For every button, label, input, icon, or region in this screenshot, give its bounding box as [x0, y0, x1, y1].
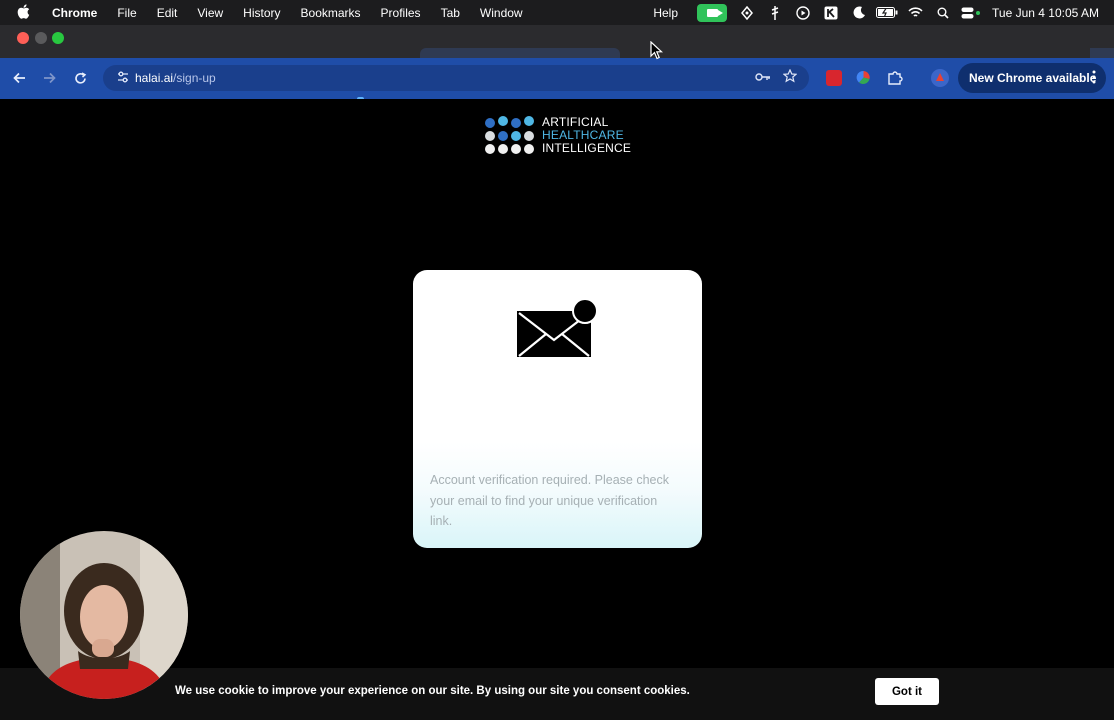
menu-history[interactable]: History	[233, 6, 290, 20]
k-app-icon[interactable]	[817, 0, 845, 25]
forward-arrow-icon[interactable]	[36, 66, 62, 90]
tab-search-button[interactable]	[1090, 48, 1114, 58]
menu-view[interactable]: View	[187, 6, 233, 20]
browser-toolbar: halai.ai/sign-up New Chrome available	[0, 58, 1114, 99]
window-minimize-button[interactable]	[35, 32, 47, 44]
menu-profiles[interactable]: Profiles	[371, 6, 431, 20]
profile-avatar[interactable]	[931, 69, 949, 87]
url-text: halai.ai/sign-up	[135, 71, 216, 85]
more-menu-icon[interactable]	[1092, 70, 1096, 87]
play-circle-icon[interactable]	[789, 0, 817, 25]
facetime-camera-icon[interactable]	[697, 3, 728, 22]
got-it-button[interactable]: Got it	[875, 678, 939, 705]
menubar-clock[interactable]: Tue Jun 4 10:05 AM	[985, 6, 1106, 20]
menu-window[interactable]: Window	[470, 6, 533, 20]
extension-colorwheel-icon[interactable]	[856, 70, 871, 85]
window-zoom-button[interactable]	[52, 32, 64, 44]
logo-dots-mark	[485, 116, 539, 156]
menu-edit[interactable]: Edit	[147, 6, 188, 20]
apple-menu-icon[interactable]	[12, 3, 34, 22]
url-host: halai.ai	[135, 71, 174, 85]
window-close-button[interactable]	[17, 32, 29, 44]
logo-line-intelligence: INTELLIGENCE	[542, 141, 632, 155]
address-bar[interactable]: halai.ai/sign-up	[103, 65, 809, 91]
password-key-icon[interactable]	[754, 69, 772, 87]
accessibility-icon[interactable]	[761, 0, 789, 25]
control-center-icon[interactable]	[957, 0, 985, 25]
update-label: New Chrome available	[969, 71, 1097, 85]
menu-bookmarks[interactable]: Bookmarks	[291, 6, 371, 20]
new-chrome-available-button[interactable]: New Chrome available	[958, 63, 1106, 93]
menubar-status-area: Help Tue Jun 4 10:05 AM	[646, 0, 1114, 25]
wifi-icon[interactable]	[901, 0, 929, 25]
menu-help[interactable]: Help	[646, 6, 685, 20]
spotlight-search-icon[interactable]	[929, 0, 957, 25]
site-settings-icon[interactable]	[111, 71, 135, 86]
menu-tab[interactable]: Tab	[431, 6, 470, 20]
url-path: /sign-up	[173, 71, 216, 85]
screen: Chrome File Edit View History Bookmarks …	[0, 0, 1114, 720]
mouse-pointer-icon	[650, 40, 664, 61]
active-tab[interactable]	[420, 48, 620, 58]
envelope-notification-icon	[517, 298, 599, 358]
verification-message: Account verification required. Please ch…	[430, 473, 670, 528]
extension-red-icon[interactable]	[826, 70, 842, 86]
battery-icon[interactable]	[873, 0, 901, 25]
menu-file[interactable]: File	[107, 6, 146, 20]
moon-icon[interactable]	[845, 0, 873, 25]
macos-menu-bar: Chrome File Edit View History Bookmarks …	[0, 0, 1114, 25]
pen-tool-icon[interactable]	[733, 0, 761, 25]
cookie-consent-text: We use cookie to improve your experience…	[175, 685, 690, 697]
bookmark-star-icon[interactable]	[781, 68, 799, 87]
webcam-overlay	[20, 531, 188, 699]
reload-icon[interactable]	[67, 66, 93, 90]
extensions-puzzle-icon[interactable]	[887, 70, 903, 86]
back-arrow-icon[interactable]	[6, 66, 32, 90]
menu-app-name[interactable]: Chrome	[42, 6, 107, 20]
logo-wordmark: ARTIFICIAL HEALTHCARE INTELLIGENCE	[542, 116, 631, 155]
verification-card: Account verification required. Please ch…	[413, 270, 702, 548]
company-logo[interactable]: ARTIFICIAL HEALTHCARE INTELLIGENCE	[485, 116, 635, 156]
cookie-consent-banner: We use cookie to improve your experience…	[0, 668, 1114, 720]
